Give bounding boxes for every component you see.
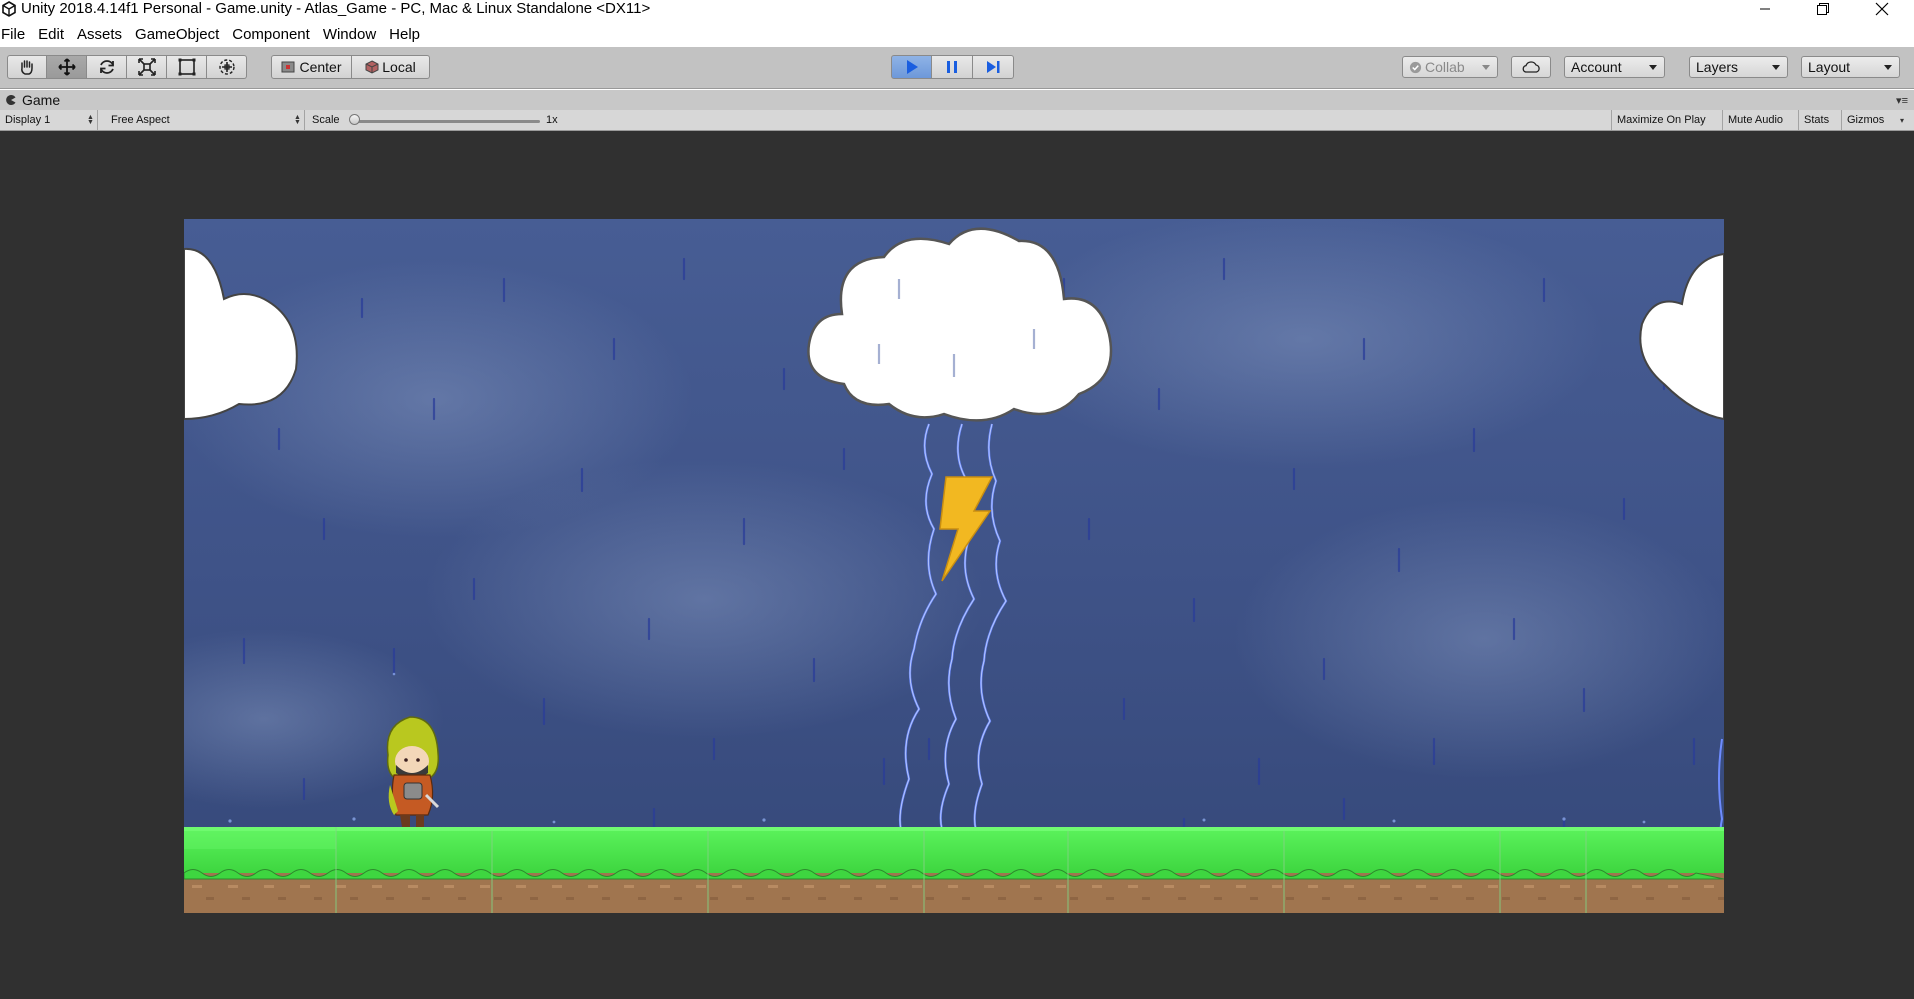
scale-value: 1x [546,114,558,126]
updown-arrows-icon: ▲ ▼ [87,114,94,126]
menu-assets[interactable]: Assets [71,24,129,46]
play-icon [906,60,918,74]
collab-label: Collab [1425,59,1465,75]
pause-icon [947,61,957,73]
unity-logo-icon [2,1,16,17]
rotate-tool-button[interactable] [87,55,127,79]
menu-edit[interactable]: Edit [32,24,71,46]
chevron-down-icon [1482,65,1490,70]
layout-dropdown[interactable]: Layout [1801,56,1900,78]
chevron-down-icon: ▾ [1900,116,1905,125]
maximize-on-play-toggle[interactable]: Maximize On Play [1611,110,1711,130]
layers-label: Layers [1696,59,1739,75]
game-view[interactable] [0,131,1914,999]
hand-tool-button[interactable] [7,55,47,79]
chevron-down-icon [1649,65,1657,70]
rect-icon [178,58,195,76]
close-icon [1875,2,1889,16]
move-tool-button[interactable] [47,55,87,79]
play-controls [891,55,1014,79]
chevron-down-icon [1884,65,1892,70]
tab-game[interactable]: Game [0,90,60,110]
game-render[interactable] [184,219,1724,913]
rotate-icon [99,60,114,74]
menu-file[interactable]: File [0,24,32,46]
haze [424,459,984,739]
scale-slider-track[interactable] [354,120,540,123]
step-icon [987,61,1000,73]
mute-audio-toggle[interactable]: Mute Audio [1722,110,1788,130]
center-pivot-icon [281,61,295,73]
tab-game-label: Game [22,92,61,108]
ground [184,827,1724,913]
haze [1234,499,1724,779]
window-title: Unity 2018.4.14f1 Personal - Game.unity … [21,0,651,17]
layout-label: Layout [1808,59,1851,75]
pivot-center-button[interactable]: Center [271,55,352,79]
pacman-icon [6,95,16,105]
layers-dropdown[interactable]: Layers [1689,56,1788,78]
close-button[interactable] [1855,0,1909,18]
transform-icon [218,59,235,75]
account-label: Account [1571,59,1622,75]
menu-component[interactable]: Component [226,24,317,46]
chevron-down-icon [1772,65,1780,70]
check-circle-icon [1409,61,1422,73]
menu-help[interactable]: Help [383,24,427,46]
account-dropdown[interactable]: Account [1564,56,1665,78]
play-button[interactable] [891,55,932,79]
cloud-icon [1522,60,1540,73]
collab-dropdown[interactable]: Collab [1402,56,1498,78]
pivot-label: Center [299,59,342,75]
move-icon [57,58,76,76]
menu-window[interactable]: Window [317,24,383,46]
game-tab-bar: Game ▾≡ [0,90,1914,110]
minimize-button[interactable] [1738,0,1792,18]
gizmos-dropdown[interactable]: Gizmos [1841,110,1889,130]
pause-button[interactable] [932,55,973,79]
game-view-controls: Display 1 ▲ ▼ Free Aspect ▲ ▼ Scale 1x Max… [0,110,1914,131]
scale-tool-button[interactable] [127,55,167,79]
divider [304,110,305,130]
cloud-button[interactable] [1511,56,1551,78]
scale-label: Scale [312,114,340,126]
scale-icon [137,58,156,76]
main-toolbar: Center Local Collab Account Layers Layou… [0,47,1914,89]
divider [97,110,98,130]
rect-tool-button[interactable] [167,55,207,79]
scale-slider-thumb[interactable] [349,114,360,125]
tab-menu-icon[interactable]: ▾≡ [1896,94,1908,107]
restore-button[interactable] [1796,0,1850,18]
hand-icon [21,60,33,75]
pivot-tools: Center Local [271,55,430,79]
menu-gameobject[interactable]: GameObject [129,24,226,46]
updown-arrows-icon: ▲ ▼ [294,114,301,126]
game-scene [184,219,1724,913]
pivot-space-button[interactable]: Local [352,55,430,79]
transform-tools [7,55,247,79]
stats-toggle[interactable]: Stats [1798,110,1834,130]
display-dropdown[interactable]: Display 1 [5,110,50,130]
transform-tool-button[interactable] [207,55,247,79]
minimize-icon [1760,8,1770,10]
menu-bar: File Edit Assets GameObject Component Wi… [0,24,1914,46]
title-bar: Unity 2018.4.14f1 Personal - Game.unity … [0,0,1914,18]
aspect-dropdown[interactable]: Free Aspect [111,110,170,130]
restore-icon [1817,3,1829,15]
cube-icon [365,60,379,74]
space-label: Local [382,59,416,75]
step-button[interactable] [973,55,1014,79]
